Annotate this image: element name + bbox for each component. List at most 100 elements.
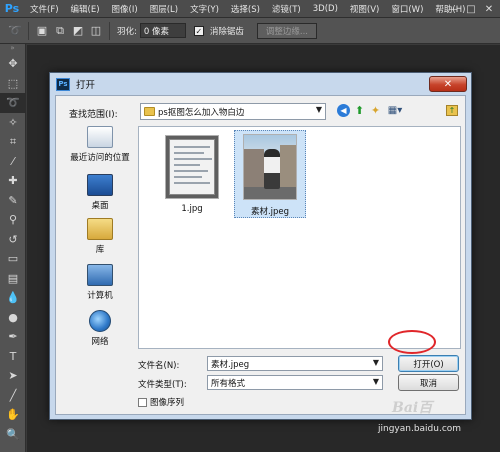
eyedropper-tool-icon[interactable]: ⁄ bbox=[0, 152, 26, 172]
place-label: 库 bbox=[95, 245, 105, 255]
folder-icon bbox=[144, 107, 155, 116]
antialias-label: 消除锯齿 bbox=[209, 26, 244, 37]
thumb-line bbox=[174, 164, 200, 166]
thumb-line bbox=[174, 152, 204, 154]
up-folder-icon[interactable]: ⬆ bbox=[353, 104, 366, 117]
file-name-label: 1.jpg bbox=[181, 204, 203, 214]
healing-brush-tool-icon[interactable]: ✚ bbox=[0, 171, 26, 191]
look-in-dropdown[interactable]: ps抠图怎么加入物白边 ▼ bbox=[140, 103, 326, 120]
thumb-building bbox=[280, 145, 296, 189]
file-type-value: 所有格式 bbox=[211, 378, 246, 389]
gradient-tool-icon[interactable]: ▤ bbox=[0, 269, 26, 289]
chevron-down-icon: ▼ bbox=[372, 358, 379, 367]
menu-select[interactable]: 选择(S) bbox=[225, 3, 266, 15]
new-selection-icon[interactable]: ▣ bbox=[33, 22, 51, 40]
menu-file[interactable]: 文件(F) bbox=[24, 3, 65, 15]
place-library[interactable]: 库 bbox=[64, 218, 136, 255]
clone-stamp-tool-icon[interactable]: ⚲ bbox=[0, 210, 26, 230]
subtract-from-selection-icon[interactable]: ◩ bbox=[69, 22, 87, 40]
hand-tool-icon[interactable]: ✋ bbox=[0, 405, 26, 425]
place-label: 最近访问的位置 bbox=[70, 153, 130, 163]
lasso-tool-icon[interactable]: ➰ bbox=[0, 93, 26, 113]
pen-tool-icon[interactable]: ✒ bbox=[0, 327, 26, 347]
new-folder-icon[interactable]: ✦ bbox=[369, 104, 382, 117]
place-label: 网络 bbox=[91, 337, 109, 347]
magic-wand-tool-icon[interactable]: ✧ bbox=[0, 113, 26, 133]
path-selection-tool-icon[interactable]: ➤ bbox=[0, 366, 26, 386]
thumb-line bbox=[174, 158, 212, 160]
file-type-label: 文件类型(T): bbox=[138, 380, 187, 390]
image-sequence-option[interactable]: 图像序列 bbox=[138, 396, 184, 408]
dialog-close-button[interactable]: ✕ bbox=[429, 76, 467, 92]
panel-grip-icon[interactable]: » bbox=[0, 44, 25, 54]
crop-tool-icon[interactable]: ⌗ bbox=[0, 132, 26, 152]
thumb-line bbox=[174, 182, 210, 184]
thumb-person bbox=[264, 149, 280, 189]
type-tool-icon[interactable]: T bbox=[0, 347, 26, 367]
blur-tool-icon[interactable]: 💧 bbox=[0, 288, 26, 308]
library-icon bbox=[87, 218, 113, 240]
file-name-label: 文件名(N): bbox=[138, 361, 180, 371]
recent-places-icon bbox=[87, 126, 113, 148]
menu-bar: Ps 文件(F) 编辑(E) 图像(I) 图层(L) 文字(Y) 选择(S) 滤… bbox=[0, 0, 500, 18]
line-tool-icon[interactable]: ╱ bbox=[0, 386, 26, 406]
menu-filter[interactable]: 滤镜(T) bbox=[266, 3, 307, 15]
marquee-tool-icon[interactable]: ⬚ bbox=[0, 74, 26, 94]
file-name-input[interactable]: 素材.jpeg ▼ bbox=[207, 356, 383, 371]
folder-up-icon[interactable]: ↑ bbox=[446, 105, 458, 116]
file-thumbnail bbox=[243, 134, 297, 200]
eraser-tool-icon[interactable]: ▭ bbox=[0, 249, 26, 269]
refine-edge-button[interactable]: 调整边缘... bbox=[256, 22, 317, 39]
dialog-titlebar[interactable]: Ps 打开 ✕ bbox=[50, 73, 471, 95]
place-network[interactable]: 网络 bbox=[64, 310, 136, 347]
photoshop-dialog-icon: Ps bbox=[56, 77, 70, 91]
add-to-selection-icon[interactable]: ⧉ bbox=[51, 22, 69, 40]
chevron-down-icon: ▼ bbox=[372, 377, 379, 386]
menu-3d[interactable]: 3D(D) bbox=[307, 4, 344, 14]
close-window-icon[interactable]: ✕ bbox=[480, 0, 498, 18]
maximize-window-icon[interactable]: □ bbox=[462, 0, 480, 18]
zoom-tool-icon[interactable]: 🔍 bbox=[0, 425, 26, 445]
options-divider bbox=[28, 21, 29, 40]
file-thumbnail bbox=[165, 135, 219, 199]
feather-label: 羽化: bbox=[117, 26, 137, 37]
image-sequence-label: 图像序列 bbox=[150, 398, 185, 408]
options-bar: ➰ ▣ ⧉ ◩ ◫ 羽化: 0 像素 ✓ 消除锯齿 调整边缘... bbox=[0, 18, 500, 44]
place-label: 桌面 bbox=[91, 201, 109, 211]
computer-icon bbox=[87, 264, 113, 286]
image-sequence-checkbox[interactable] bbox=[138, 397, 147, 407]
open-button[interactable]: 打开(O) bbox=[398, 355, 459, 372]
thumb-line bbox=[174, 146, 210, 148]
place-recent[interactable]: 最近访问的位置 bbox=[64, 126, 136, 163]
menu-window[interactable]: 窗口(W) bbox=[385, 3, 429, 15]
cancel-button[interactable]: 取消 bbox=[398, 374, 459, 391]
place-computer[interactable]: 计算机 bbox=[64, 264, 136, 301]
menu-view[interactable]: 视图(V) bbox=[344, 3, 385, 15]
file-item-sucai-jpeg[interactable]: 素材.jpeg bbox=[234, 130, 306, 218]
menu-edit[interactable]: 编辑(E) bbox=[65, 3, 106, 15]
options-divider bbox=[109, 21, 110, 40]
network-icon bbox=[89, 310, 111, 332]
dodge-tool-icon[interactable]: ● bbox=[0, 308, 26, 328]
place-desktop[interactable]: 桌面 bbox=[64, 174, 136, 211]
file-type-dropdown[interactable]: 所有格式 ▼ bbox=[207, 375, 383, 390]
desktop-icon bbox=[87, 174, 113, 196]
back-icon[interactable]: ◀ bbox=[337, 104, 350, 117]
chevron-down-icon: ▼ bbox=[315, 105, 322, 114]
brush-tool-icon[interactable]: ✎ bbox=[0, 191, 26, 211]
intersect-selection-icon[interactable]: ◫ bbox=[87, 22, 105, 40]
menu-type[interactable]: 文字(Y) bbox=[184, 3, 225, 15]
file-item-1-jpg[interactable]: 1.jpg bbox=[159, 135, 225, 217]
thumb-building bbox=[244, 149, 264, 189]
antialias-checkbox[interactable]: ✓ bbox=[193, 25, 204, 36]
lasso-tool-icon[interactable]: ➰ bbox=[6, 22, 24, 40]
menu-image[interactable]: 图像(I) bbox=[106, 3, 144, 15]
move-tool-icon[interactable]: ✥ bbox=[0, 54, 26, 74]
feather-input[interactable]: 0 像素 bbox=[139, 23, 186, 38]
view-menu-icon[interactable]: ▦▾ bbox=[385, 104, 405, 117]
menu-layer[interactable]: 图层(L) bbox=[144, 3, 184, 15]
places-bar: 最近访问的位置 桌面 库 计算机 网络 bbox=[64, 126, 136, 376]
minimize-window-icon[interactable]: — bbox=[444, 0, 462, 18]
thumb-line bbox=[174, 170, 208, 172]
history-brush-tool-icon[interactable]: ↺ bbox=[0, 230, 26, 250]
